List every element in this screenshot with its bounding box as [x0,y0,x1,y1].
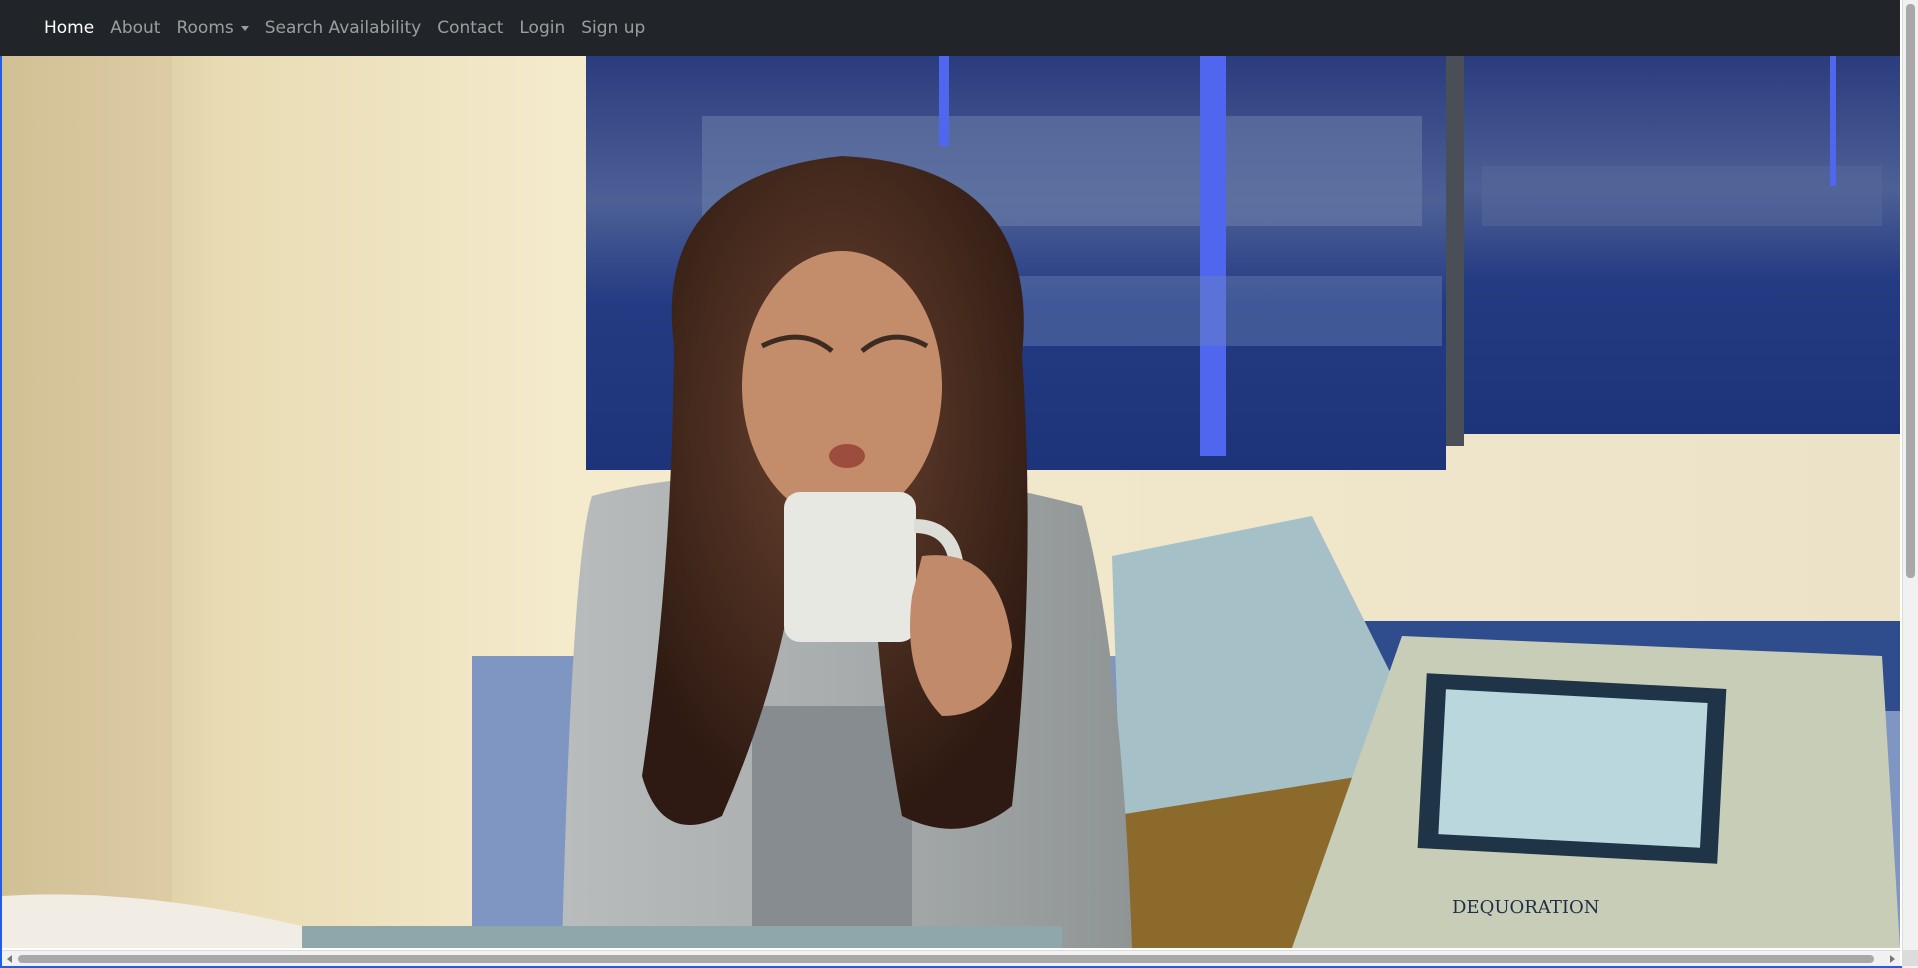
nav-link-search-availability[interactable]: Search Availability [257,18,429,38]
pillow-brand-text: DEQUORATION [1452,897,1599,918]
nav-link-contact[interactable]: Contact [429,18,511,38]
vertical-scrollbar[interactable] [1902,0,1918,968]
horizontal-scroll-thumb[interactable] [18,955,1874,963]
caret-down-icon [240,25,249,31]
hero-illustration: DEQUORATION [2,56,1900,948]
nav-dropdown-rooms-label: Rooms [176,18,234,38]
scrollbar-corner [1902,950,1918,966]
top-navbar: Home About Rooms Search Availability Con… [0,0,1900,56]
nav-link-signup[interactable]: Sign up [573,18,653,38]
vertical-scroll-thumb[interactable] [1906,4,1915,578]
scroll-right-arrow-icon[interactable] [1890,955,1895,963]
nav-dropdown-rooms[interactable]: Rooms [168,18,256,38]
hero-image: DEQUORATION [2,56,1900,948]
horizontal-scrollbar[interactable] [2,950,1900,966]
scroll-left-arrow-icon[interactable] [7,955,12,963]
nav-link-home[interactable]: Home [36,18,102,38]
nav-link-about[interactable]: About [102,18,168,38]
nav-link-login[interactable]: Login [511,18,573,38]
